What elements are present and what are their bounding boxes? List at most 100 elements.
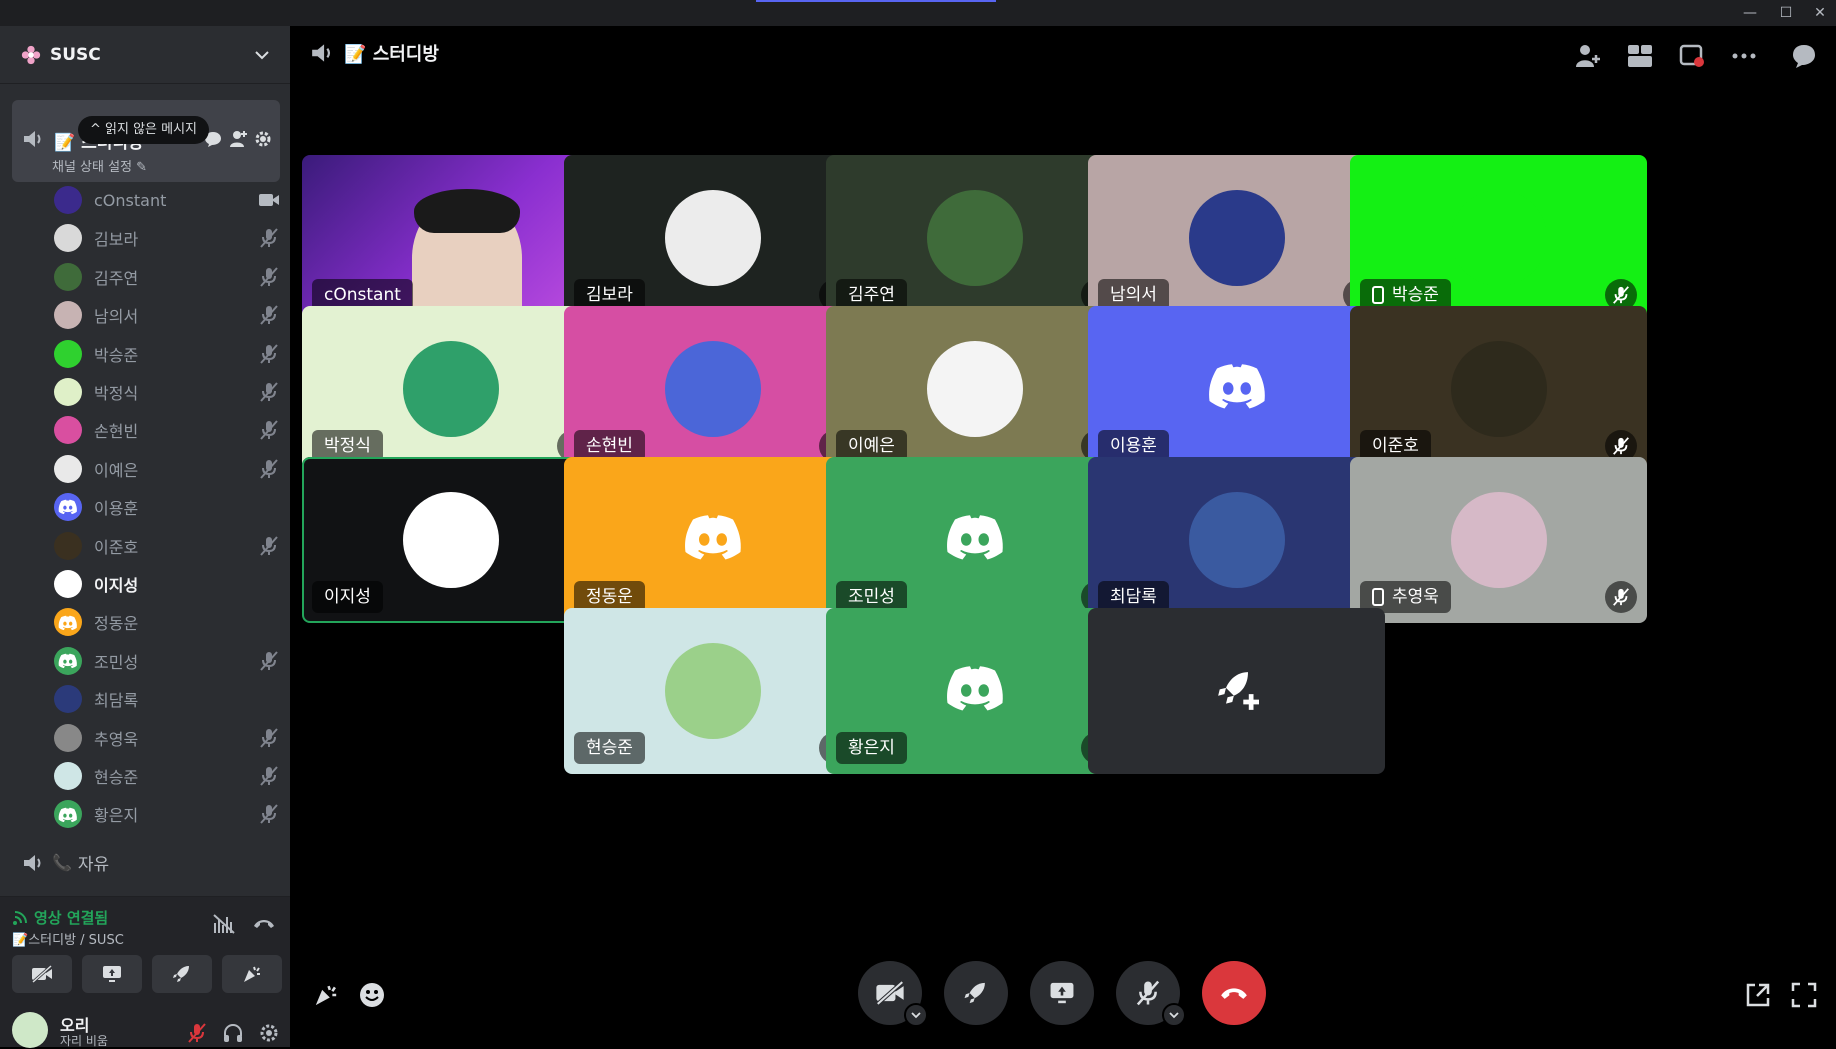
channel-free[interactable]: 📞 자유	[22, 850, 109, 875]
soundboard-button[interactable]	[222, 955, 282, 993]
channel-status-setting[interactable]: 채널 상태 설정 ✎	[52, 156, 147, 175]
soundboard-button[interactable]	[310, 979, 342, 1011]
smiley-icon	[360, 983, 384, 1007]
voice-member[interactable]: 현승준	[54, 760, 280, 792]
participant-tile[interactable]: 이용훈	[1088, 306, 1385, 472]
mic-options-caret[interactable]	[1162, 1003, 1186, 1027]
noise-suppression-icon[interactable]	[212, 913, 236, 935]
voice-member[interactable]: 박정식	[54, 376, 280, 408]
start-activity-tile[interactable]	[1088, 608, 1385, 774]
member-avatar	[54, 723, 82, 752]
hide-non-video-button[interactable]	[1676, 40, 1708, 72]
screen-share-button[interactable]	[82, 955, 142, 993]
mic-muted-icon	[1136, 980, 1160, 1006]
participant-tile[interactable]: 박정식	[302, 306, 599, 472]
voice-member[interactable]: 김주연	[54, 261, 280, 293]
mic-muted-icon[interactable]	[186, 1022, 208, 1044]
voice-member[interactable]: 정동운	[54, 606, 280, 638]
mobile-phone-icon	[1372, 588, 1384, 606]
voice-member[interactable]: 이용훈	[54, 491, 280, 523]
voice-member[interactable]: cOnstant	[54, 184, 280, 216]
voice-member[interactable]: 박승준	[54, 338, 280, 370]
screen-share-button[interactable]	[1030, 961, 1094, 1025]
discord-logo-icon	[58, 500, 78, 515]
server-header[interactable]: SUSC	[0, 26, 290, 84]
voice-status[interactable]: 영상 연결됨	[12, 907, 108, 928]
leave-call-button[interactable]	[1202, 961, 1266, 1025]
fullscreen-button[interactable]	[1788, 979, 1820, 1011]
voice-member[interactable]: 김보라	[54, 222, 280, 254]
voice-connection-panel: 영상 연결됨 📝스터디방 / SUSC	[0, 896, 290, 1002]
mic-toggle-button[interactable]	[1116, 961, 1186, 1027]
participant-avatar	[926, 341, 1023, 437]
activity-button[interactable]	[152, 955, 212, 993]
participant-tile[interactable]: 최담록	[1088, 457, 1385, 623]
user-avatar[interactable]	[12, 1012, 48, 1048]
participant-name: 추영욱	[1392, 587, 1439, 607]
chat-bubble-icon	[1793, 45, 1815, 68]
headphones-icon[interactable]	[222, 1022, 244, 1044]
voice-member[interactable]: 황은지	[54, 798, 280, 830]
signal-icon	[13, 910, 27, 925]
chevron-down-icon[interactable]	[252, 45, 272, 65]
participant-tile[interactable]: 이준호	[1350, 306, 1647, 472]
participant-tile[interactable]: 이예은	[826, 306, 1123, 472]
voice-member[interactable]: 조민성	[54, 645, 280, 677]
participant-tile[interactable]: 조민성	[826, 457, 1123, 623]
participant-tile[interactable]: cOnstant	[302, 155, 599, 321]
camera-off-button[interactable]	[12, 955, 72, 993]
maximize-icon[interactable]: ☐	[1772, 4, 1800, 22]
invite-button[interactable]	[1572, 40, 1604, 72]
speaker-icon	[312, 44, 331, 62]
member-name: 정동운	[94, 614, 139, 634]
participant-tile[interactable]: 김보라	[564, 155, 861, 321]
chat-button[interactable]	[1788, 40, 1820, 72]
discord-logo-icon	[58, 807, 78, 822]
participant-tile[interactable]: 남의서	[1088, 155, 1385, 321]
voice-video-stage: 📝 스터디방 cOnstant 김보라 김주연 남의서 박승준 박정식 손현빈 이예은 이용훈 이…	[290, 26, 1836, 1027]
voice-member[interactable]: 손현빈	[54, 414, 280, 446]
screen-share-icon	[103, 966, 121, 982]
add-member-icon[interactable]	[228, 130, 248, 148]
camera-toggle-button[interactable]	[858, 961, 928, 1027]
voice-member[interactable]: 추영욱	[54, 722, 280, 754]
participant-tile[interactable]: 현승준	[564, 608, 861, 774]
user-settings-gear-icon[interactable]	[258, 1022, 280, 1044]
camera-off-icon	[32, 965, 52, 983]
participant-tile[interactable]: 황은지	[826, 608, 1123, 774]
popout-button[interactable]	[1742, 979, 1774, 1011]
member-avatar	[54, 262, 82, 291]
gear-icon[interactable]	[254, 130, 272, 148]
participant-tile[interactable]: 손현빈	[564, 306, 861, 472]
more-options-button[interactable]	[1728, 40, 1760, 72]
voice-member[interactable]: 최담록	[54, 683, 280, 715]
participant-tile[interactable]: 추영욱	[1350, 457, 1647, 623]
close-icon[interactable]: ✕	[1806, 4, 1834, 22]
voice-member[interactable]: 이예은	[54, 453, 280, 485]
member-name: 박정식	[94, 384, 139, 403]
mic-muted-icon	[260, 651, 278, 671]
layout-button[interactable]	[1624, 40, 1656, 72]
voice-member[interactable]: 이지성	[54, 568, 280, 600]
participant-avatar	[926, 190, 1023, 286]
unread-messages-tooltip[interactable]: ^ 읽지 않은 메시지	[78, 116, 210, 144]
participant-tile[interactable]: 정동운	[564, 457, 861, 623]
member-avatar	[54, 570, 82, 598]
activity-button[interactable]	[944, 961, 1008, 1025]
user-status: 자리 비움	[60, 1034, 108, 1048]
mic-muted-icon	[260, 382, 278, 402]
voice-member[interactable]: 남의서	[54, 299, 280, 331]
server-flower-icon	[21, 45, 41, 64]
mic-muted-icon	[260, 535, 278, 556]
participant-tile[interactable]: 이지성	[302, 457, 599, 623]
minimize-icon[interactable]: —	[1736, 4, 1764, 22]
camera-options-caret[interactable]	[904, 1003, 928, 1027]
participant-tile[interactable]: 김주연	[826, 155, 1123, 321]
window-titlebar: — ☐ ✕	[0, 0, 1836, 26]
disconnect-icon[interactable]	[252, 913, 276, 935]
emoji-button[interactable]	[356, 979, 388, 1011]
grid-layout-icon	[1628, 45, 1652, 67]
voice-channel-path[interactable]: 📝스터디방 / SUSC	[12, 929, 124, 948]
participant-tile[interactable]: 박승준	[1350, 155, 1647, 321]
voice-member[interactable]: 이준호	[54, 530, 280, 562]
